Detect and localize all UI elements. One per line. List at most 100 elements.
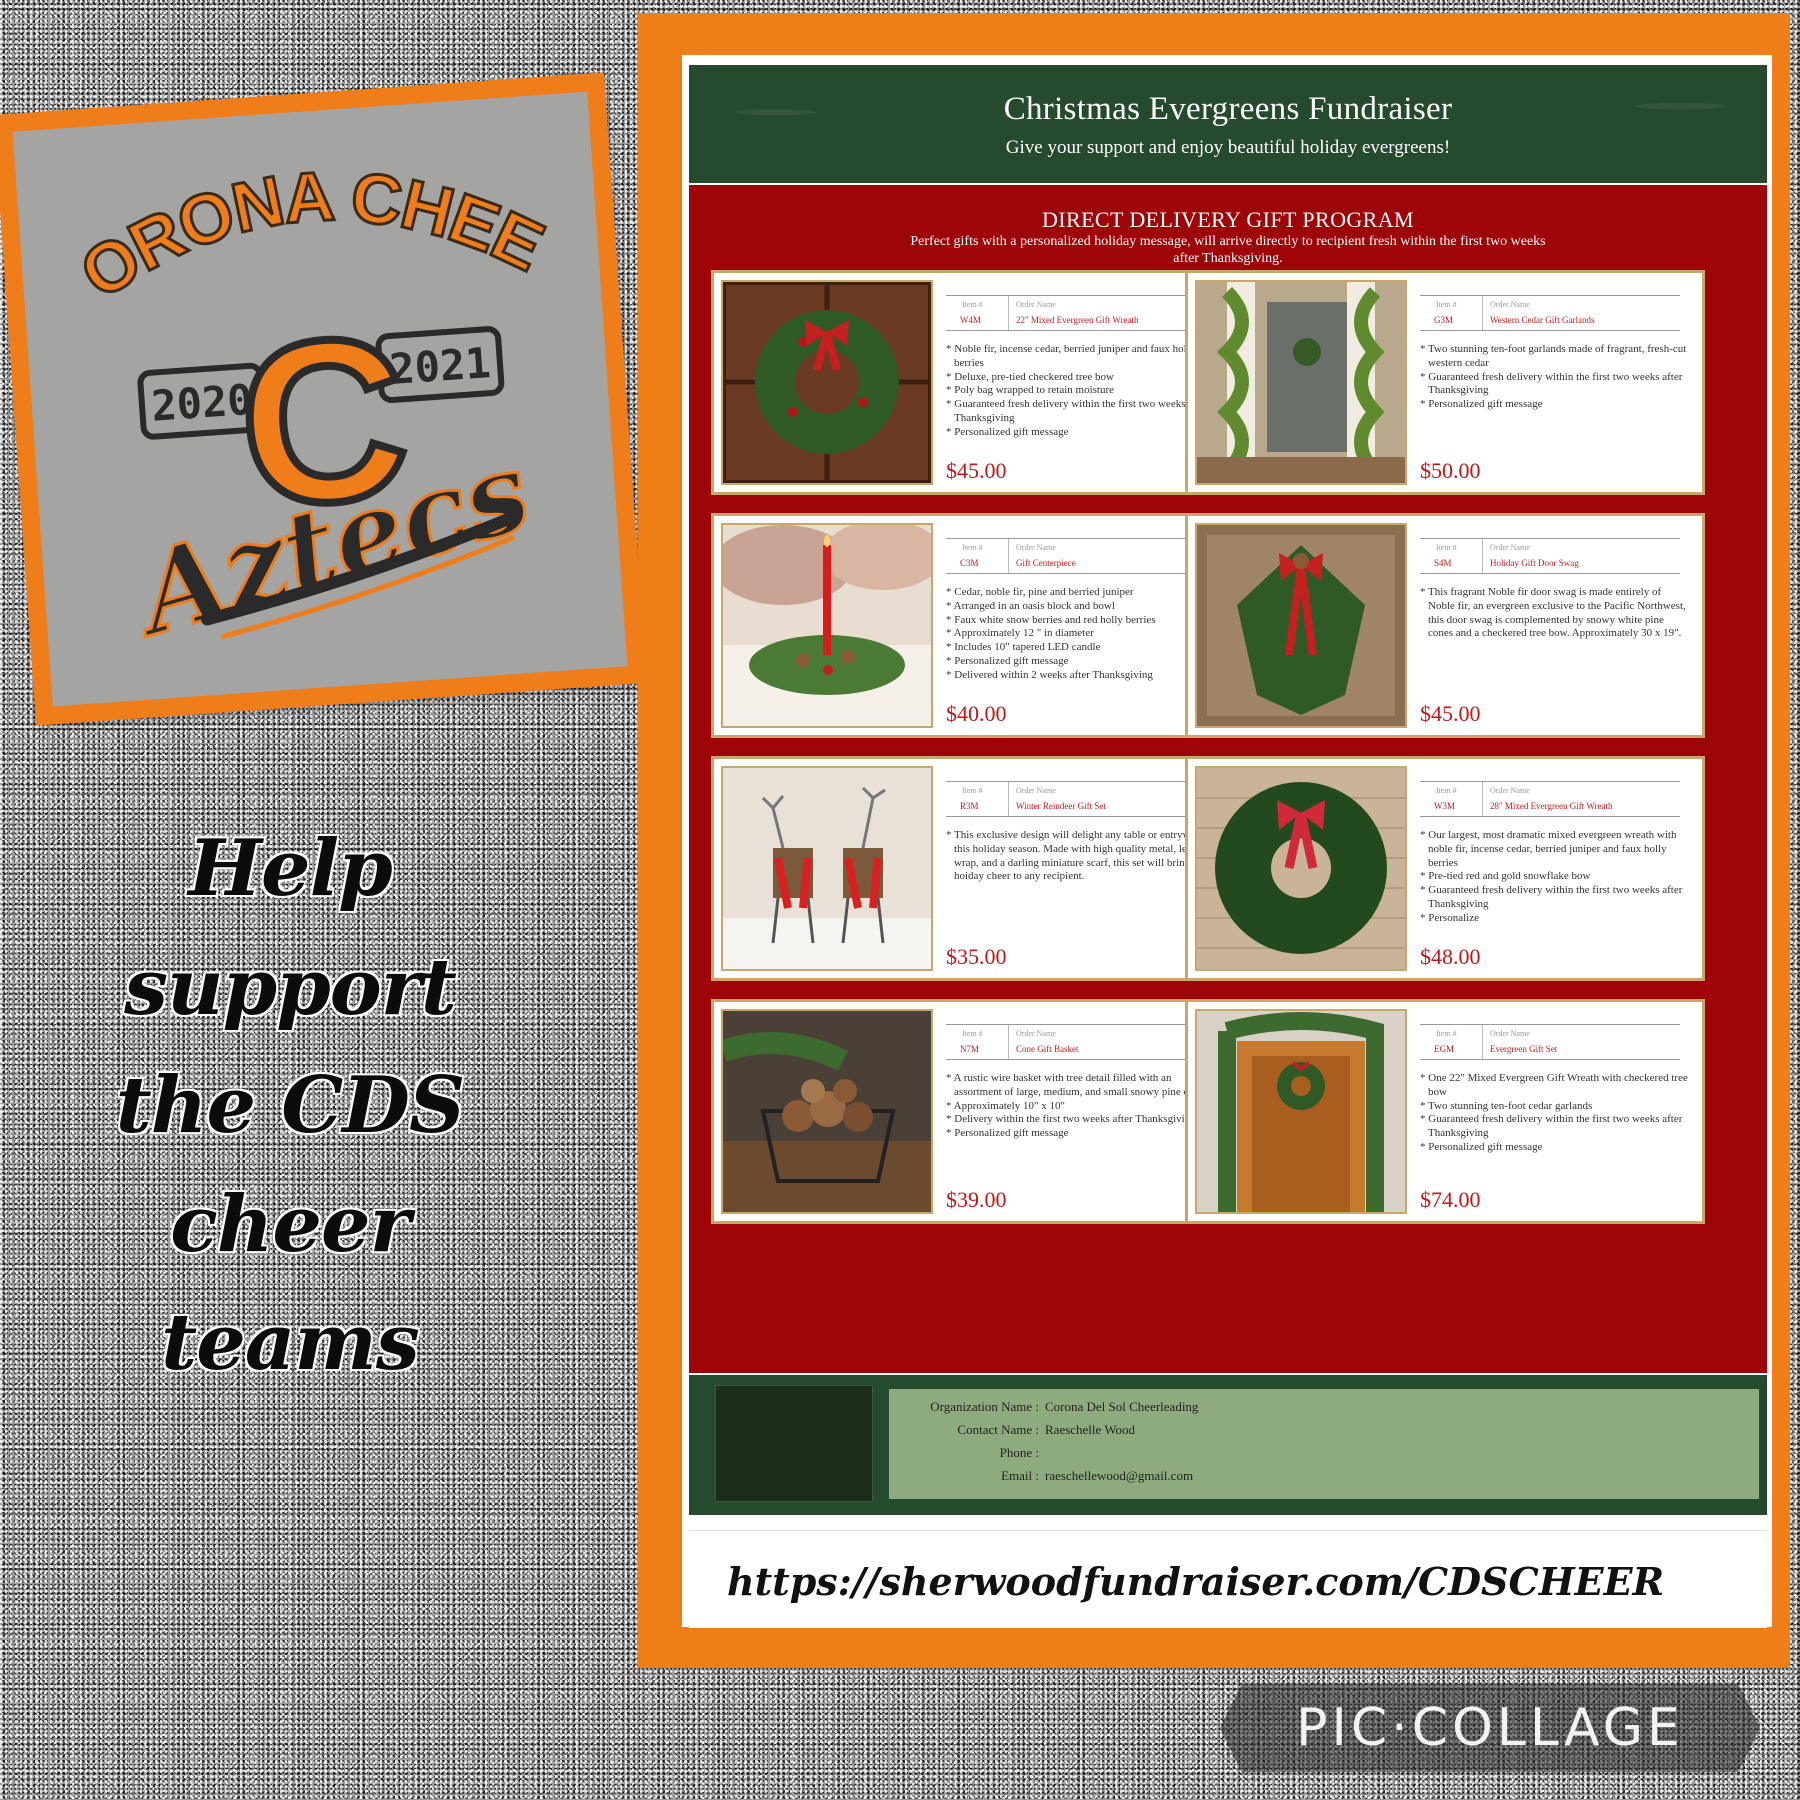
product-photo-centerpiece [721,523,933,728]
help-line-3: the CDS [115,1060,466,1152]
order-name-label: Order Name [1490,1029,1530,1038]
order-name: Holiday Gift Door Swag [1490,558,1579,568]
product-price: $48.00 [1420,944,1481,969]
product-description: * Our largest, most dramatic mixed everg… [1420,829,1683,924]
product-description: * A rustic wire basket with tree detail … [946,1072,1209,1139]
flyer-product-section: DIRECT DELIVERY GIFT PROGRAM Perfect gif… [689,185,1767,1373]
organization-name: Corona Del Sol Cheerleading [1045,1399,1199,1414]
product-card-egm: Item # Order Name EGM Evergreen Gift Set… [1185,999,1705,1224]
product-card-n7m: Item # Order Name N7M Cone Gift Basket *… [711,999,1231,1224]
product-photo-gift-set [1195,1009,1407,1214]
gift-set-image [1197,1011,1405,1212]
item-number: G3M [1434,315,1454,325]
product-price: $74.00 [1420,1187,1481,1212]
product-price: $39.00 [946,1187,1007,1212]
product-meta: Item # Order Name W4M 22" Mixed Evergree… [946,295,1206,331]
order-name-label: Order Name [1016,543,1056,552]
product-price: $40.00 [946,701,1007,726]
order-name-label: Order Name [1016,786,1056,795]
flyer-contact-footer: Organization Name : Corona Del Sol Cheer… [689,1375,1767,1515]
item-number-label: Item # [1436,1029,1457,1038]
order-name-label: Order Name [1490,543,1530,552]
item-number: S4M [1434,558,1452,568]
product-description: * Noble fir, incense cedar, berried juni… [946,343,1209,438]
item-number-label: Item # [1436,300,1457,309]
logo-card: CORONA CHEER 2020 2021 C Aztecs [0,72,647,726]
email-address: raeschellewood@gmail.com [1045,1468,1194,1483]
url-bar: https://sherwoodfundraiser.com/CDSCHEER [689,1530,1767,1628]
contact-name: Raeschelle Wood [1045,1422,1136,1437]
item-number: W4M [960,315,981,325]
large-wreath-image [1197,768,1405,969]
door-swag-image [1197,525,1405,726]
help-line-1: Help [188,823,393,914]
order-name: Evergreen Gift Set [1490,1044,1558,1054]
item-number: N7M [960,1044,980,1054]
contact-info-panel: Organization Name : Corona Del Sol Cheer… [889,1389,1759,1499]
item-number: W3M [1434,801,1455,811]
product-description: * This fragrant Noble fir door swag is m… [1420,586,1686,640]
product-meta: Item # Order Name W3M 28" Mixed Evergree… [1420,781,1680,817]
item-number-label: Item # [962,300,983,309]
help-line-4: cheer [170,1178,411,1270]
product-meta: Item # Order Name G3M Western Cedar Gift… [1420,295,1680,331]
product-photo-cone-basket [721,1009,933,1214]
order-name-label: Order Name [1016,1029,1056,1038]
item-number-label: Item # [962,1029,983,1038]
order-name: 22" Mixed Evergreen Gift Wreath [1016,315,1139,325]
product-card-r3m: Item # Order Name R3M Winter Reindeer Gi… [711,756,1231,981]
corona-cheer-logo: CORONA CHEER 2020 2021 C Aztecs [13,92,560,664]
product-description: * This exclusive design will delight any… [946,829,1209,883]
product-card-c3m: Item # Order Name C3M Gift Centerpiece *… [711,513,1231,738]
product-card-g3m: Item # Order Name G3M Western Cedar Gift… [1185,270,1705,495]
product-photo-swag [1195,523,1407,728]
product-card-w4m: Item # Order Name W4M 22" Mixed Evergree… [711,270,1231,495]
order-name: Gift Centerpiece [1016,558,1076,568]
item-number-label: Item # [1436,543,1457,552]
product-meta: Item # Order Name S4M Holiday Gift Door … [1420,538,1680,574]
item-number-label: Item # [1436,786,1457,795]
product-photo-large-wreath [1195,766,1407,971]
flyer-page: Christmas Evergreens Fundraiser Give you… [682,55,1772,1628]
item-number-label: Item # [962,543,983,552]
item-number: C3M [960,558,979,568]
product-card-w3m: Item # Order Name W3M 28" Mixed Evergree… [1185,756,1705,981]
order-name: Western Cedar Gift Garlands [1490,315,1595,325]
program-title: DIRECT DELIVERY GIFT PROGRAM [1042,207,1414,232]
product-price: $50.00 [1420,458,1481,483]
program-description: Perfect gifts with a personalized holida… [910,234,1546,266]
flyer-subtitle: Give your support and enjoy beautiful ho… [1005,137,1451,158]
help-line-5: teams [161,1297,420,1389]
garland-image [1197,282,1405,483]
product-description: * One 22" Mixed Evergreen Gift Wreath wi… [1420,1072,1688,1153]
flyer-frame: Christmas Evergreens Fundraiser Give you… [638,13,1790,1668]
logo-panel: CORONA CHEER 2020 2021 C Aztecs [12,91,628,707]
reindeer-image [723,768,931,969]
item-number: EGM [1434,1044,1454,1054]
logo-top-text: CORONA CHEER [13,92,559,322]
order-name-label: Order Name [1490,300,1530,309]
wreath-image [723,282,931,483]
product-meta: Item # Order Name C3M Gift Centerpiece [946,538,1206,574]
footer-logo-placeholder [715,1385,873,1502]
product-card-s4m: Item # Order Name S4M Holiday Gift Door … [1185,513,1705,738]
order-name-label: Order Name [1490,786,1530,795]
order-name: Winter Reindeer Gift Set [1016,801,1106,811]
flyer-title: Christmas Evergreens Fundraiser [1003,91,1453,127]
centerpiece-image [723,525,931,726]
product-meta: Item # Order Name N7M Cone Gift Basket [946,1024,1206,1060]
item-number-label: Item # [962,786,983,795]
cone-basket-image [723,1011,931,1212]
item-number: R3M [960,801,979,811]
help-line-2: support [124,941,457,1033]
order-name-label: Order Name [1016,300,1056,309]
product-meta: Item # Order Name EGM Evergreen Gift Set [1420,1024,1680,1060]
product-price: $35.00 [946,944,1007,969]
watermark-text: PIC·COLLAGE [1296,1698,1684,1758]
product-description: * Two stunning ten-foot garlands made of… [1420,343,1687,410]
pic-collage-watermark: PIC·COLLAGE [1220,1684,1760,1772]
fundraiser-url[interactable]: https://sherwoodfundraiser.com/CDSCHEER [727,1559,1664,1604]
product-photo-reindeer [721,766,933,971]
order-name: Cone Gift Basket [1016,1044,1079,1054]
product-price: $45.00 [946,458,1007,483]
